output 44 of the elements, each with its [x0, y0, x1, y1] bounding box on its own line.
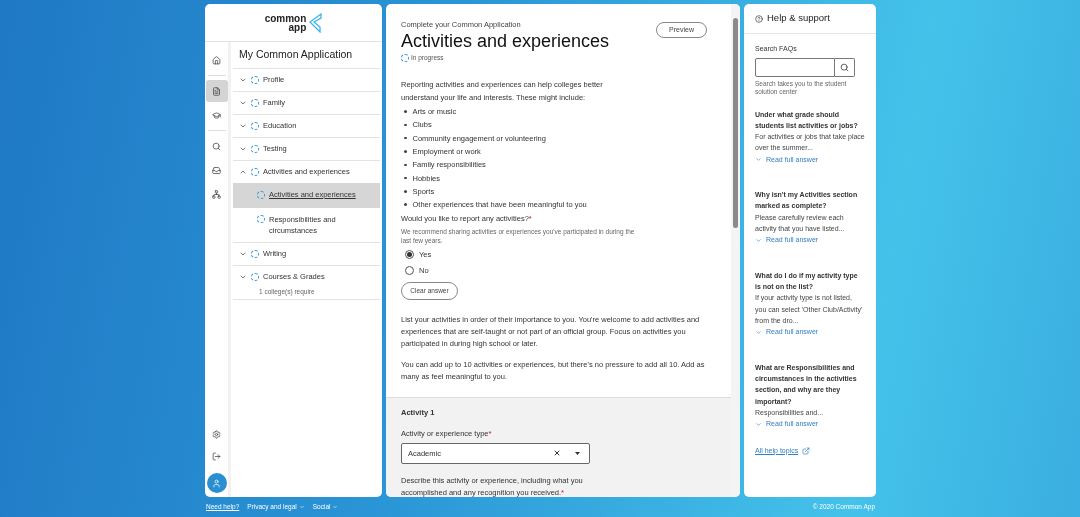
document-rail-button[interactable]: [205, 80, 228, 102]
help-title: Help & support: [767, 11, 830, 26]
chevron-down-icon: [239, 99, 247, 107]
logo-text: app: [288, 22, 307, 32]
logout-icon: [212, 451, 221, 461]
external-link-icon: [802, 447, 811, 456]
chevron-down-icon: [239, 122, 247, 130]
search-icon: [840, 62, 849, 72]
faq-search-field[interactable]: [755, 57, 835, 77]
chevron-down-icon: [755, 329, 762, 337]
bullet-icon: [404, 163, 407, 167]
hierarchy-icon: [212, 189, 221, 199]
help-icon: [755, 14, 763, 23]
graduation-cap-icon: [212, 110, 221, 120]
inbox-icon: [212, 165, 221, 175]
page-title: Activities and experiences: [401, 30, 610, 53]
logo-mark-icon: [308, 12, 323, 33]
home-icon: [212, 55, 221, 65]
settings-icon: [212, 429, 221, 439]
chevron-down-icon: [298, 504, 305, 510]
document-icon: [212, 86, 221, 96]
chevron-down-icon: [239, 145, 247, 153]
bullet-icon: [404, 137, 407, 140]
dropdown-caret-icon: [575, 451, 580, 455]
bullet-icon: [404, 150, 407, 153]
bullet-icon: [404, 203, 407, 206]
logo-text: common: [264, 13, 307, 23]
chevron-down-icon: [755, 156, 762, 164]
profile-avatar-button[interactable]: [206, 473, 227, 493]
bullet-icon: [404, 110, 407, 113]
person-icon: [212, 478, 221, 488]
bullet-icon: [404, 176, 407, 180]
chevron-up-icon: [239, 168, 247, 176]
bullet-icon: [404, 190, 407, 193]
chevron-down-icon: [239, 76, 247, 84]
bullet-icon: [404, 123, 407, 127]
nav-title: My Common Application: [233, 42, 380, 69]
chevron-down-icon: [332, 504, 339, 510]
chevron-down-icon: [755, 237, 762, 245]
chevron-down-icon: [755, 421, 762, 429]
search-button[interactable]: [835, 57, 855, 77]
clear-icon: [553, 449, 561, 458]
scrollbar-thumb[interactable]: [733, 18, 738, 228]
search-icon: [212, 141, 221, 151]
